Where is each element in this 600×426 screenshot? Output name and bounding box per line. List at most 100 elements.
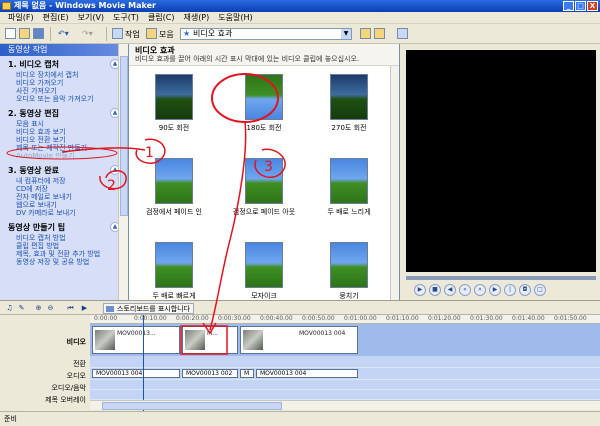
menu-edit[interactable]: 편집(E) (43, 12, 69, 23)
timeline-ruler[interactable]: 0:00:00 0:00:10.00 0:00:20.00 0:00:30.00… (90, 315, 600, 324)
task-link[interactable]: 비디오 캡처 방법 (8, 234, 122, 242)
effect-item[interactable]: 뭉치기 (304, 242, 394, 300)
effect-item[interactable]: 검정으로 페이드 아웃 (219, 158, 309, 216)
effect-item[interactable]: 두 배로 빠르게 (129, 242, 219, 300)
scrollbar-thumb[interactable] (120, 56, 128, 216)
task-link[interactable]: 비디오 전환 보기 (8, 136, 122, 144)
task-link[interactable]: 오디오 또는 음악 가져오기 (8, 95, 122, 103)
task-link[interactable]: 내 컴퓨터에 저장 (8, 177, 122, 185)
section-title[interactable]: 2. 동영상 편집 (8, 108, 122, 120)
effect-item[interactable]: 90도 회전 (129, 74, 219, 132)
task-link[interactable]: 전자 메일로 보내기 (8, 193, 122, 201)
video-clip[interactable]: M... (182, 326, 238, 354)
up-folder-icon[interactable] (360, 28, 371, 39)
task-link[interactable]: DV 카메라로 보내기 (8, 209, 122, 217)
task-link[interactable]: 비디오 가져오기 (8, 79, 122, 87)
video-clip[interactable]: MOV00013... (92, 326, 180, 354)
task-link[interactable]: 비디오 장치에서 캡처 (8, 71, 122, 79)
save-project-icon[interactable] (33, 28, 44, 39)
content-header: 비디오 효과 비디오 효과를 끌어 아래의 시간 표시 막대에 있는 비디오 클… (129, 44, 399, 66)
play-icon[interactable]: ▶ (414, 284, 426, 296)
seek-bar[interactable] (406, 276, 596, 280)
content-scrollbar[interactable] (390, 66, 399, 300)
stop-icon[interactable]: ■ (429, 284, 441, 296)
menu-file[interactable]: 파일(F) (8, 12, 34, 23)
section-title[interactable]: 동영상 만들기 팁 (8, 222, 122, 234)
next-frame-icon[interactable]: ▶ (489, 284, 501, 296)
open-project-icon[interactable] (19, 28, 30, 39)
show-storyboard-button[interactable]: 스토리보드를 표시합니다 (103, 303, 195, 314)
fullscreen-icon[interactable]: □ (534, 284, 546, 296)
effect-item[interactable]: 270도 회전 (304, 74, 394, 132)
snapshot-icon[interactable]: ◘ (519, 284, 531, 296)
effect-label: 뭉치기 (339, 292, 359, 300)
ruler-tick: 0:00:00 (94, 315, 118, 322)
task-link[interactable]: 웹으로 보내기 (8, 201, 122, 209)
audio-track[interactable]: MOV00013 004 MOV00013 002 M MOV00013 004 (90, 368, 600, 380)
video-clip[interactable]: MOV00013 004 (240, 326, 358, 354)
split-icon[interactable]: | (504, 284, 516, 296)
rewind-icon[interactable]: « (459, 284, 471, 296)
menu-view[interactable]: 보기(V) (78, 12, 104, 23)
audio-clip[interactable]: MOV00013 004 (256, 369, 358, 378)
rewind-timeline-icon[interactable]: ⏮ (66, 304, 75, 313)
title-overlay-track[interactable] (90, 390, 600, 400)
close-button[interactable]: X (587, 1, 598, 11)
task-link[interactable]: 동영상 저장 및 공유 방법 (8, 258, 122, 266)
task-link[interactable]: 사진 가져오기 (8, 87, 122, 95)
task-link[interactable]: 제목 또는 제작진 만들기 (8, 144, 122, 152)
task-link[interactable]: 모음 표시 (8, 120, 122, 128)
effect-item[interactable]: 검정에서 페이드 인 (129, 158, 219, 216)
tasks-button[interactable]: 작업 (125, 29, 140, 40)
audio-clip[interactable]: MOV00013 004 (92, 369, 180, 378)
effect-item[interactable]: 두 배로 느리게 (304, 158, 394, 216)
minimize-button[interactable]: _ (563, 1, 574, 11)
section-edit: 2. 동영상 편집 ▲ 모음 표시 비디오 효과 보기 비디오 전환 보기 제목… (0, 105, 128, 162)
previous-frame-icon[interactable]: ◀ (444, 284, 456, 296)
effect-label: 270도 회전 (331, 124, 367, 132)
audio-clip[interactable]: M (240, 369, 254, 378)
redo-icon[interactable]: ↷▾ (82, 29, 93, 38)
track-label-video[interactable]: 비디오 (67, 337, 86, 347)
effect-item[interactable]: 모자이크 (219, 242, 309, 300)
task-link-video-effects[interactable]: 비디오 효과 보기 (8, 128, 122, 136)
new-folder-icon[interactable] (374, 28, 385, 39)
playhead[interactable] (143, 315, 144, 411)
narrate-icon[interactable]: ✎ (17, 304, 26, 313)
task-link[interactable]: CD에 저장 (8, 185, 122, 193)
play-timeline-icon[interactable]: ▶ (80, 304, 89, 313)
zoom-in-icon[interactable]: ⊕ (34, 304, 43, 313)
video-track[interactable]: MOV00013... M... MOV00013 004 (90, 324, 600, 356)
menu-help[interactable]: 도움말(H) (218, 12, 252, 23)
forward-icon[interactable]: » (474, 284, 486, 296)
task-link[interactable]: 제목, 효과 및 전환 추가 방법 (8, 250, 122, 258)
maximize-button[interactable]: □ (575, 1, 586, 11)
set-audio-levels-icon[interactable]: ♫ (5, 304, 14, 313)
effect-item[interactable]: 180도 회전 (219, 74, 309, 132)
undo-icon[interactable]: ↶▾ (58, 29, 69, 38)
collections-icon[interactable] (146, 28, 157, 39)
collections-button[interactable]: 모음 (159, 29, 174, 40)
scrollbar-thumb[interactable] (102, 402, 282, 410)
timeline-scrollbar[interactable] (90, 400, 600, 410)
views-icon[interactable] (397, 28, 408, 39)
menu-bar: 파일(F) 편집(E) 보기(V) 도구(T) 클립(C) 재생(P) 도움말(… (0, 12, 600, 24)
zoom-out-icon[interactable]: ⊖ (46, 304, 55, 313)
audio-music-track[interactable] (90, 380, 600, 390)
chevron-down-icon[interactable]: ▼ (341, 29, 351, 39)
collection-select[interactable]: ★ 비디오 효과 ▼ (180, 28, 352, 40)
tasks-icon[interactable] (112, 28, 123, 39)
task-pane-header: 동영상 작업 (0, 44, 128, 56)
task-pane-scrollbar[interactable] (118, 44, 128, 300)
new-project-icon[interactable] (5, 28, 16, 39)
menu-clip[interactable]: 클립(C) (148, 12, 175, 23)
section-title[interactable]: 3. 동영상 완료 (8, 165, 122, 177)
section-title[interactable]: 1. 비디오 캡처 (8, 59, 122, 71)
transition-track[interactable] (90, 356, 600, 368)
audio-clip[interactable]: MOV00013 002 (182, 369, 238, 378)
ruler-tick: 0:01:30.00 (470, 315, 503, 322)
menu-play[interactable]: 재생(P) (183, 12, 209, 23)
effects-grid: 90도 회전 180도 회전 270도 회전 검정에서 페이드 인 검정으로 페… (129, 66, 399, 300)
task-link[interactable]: 클립 편집 방법 (8, 242, 122, 250)
menu-tools[interactable]: 도구(T) (113, 12, 139, 23)
